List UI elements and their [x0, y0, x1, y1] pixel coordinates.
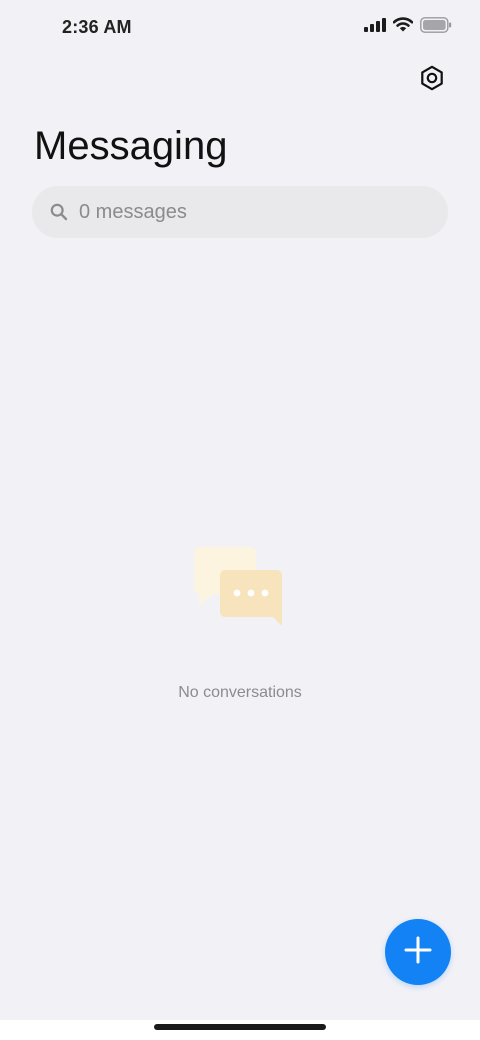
new-conversation-button[interactable]	[385, 919, 451, 985]
settings-button[interactable]	[418, 65, 446, 96]
navigation-bar	[0, 1020, 480, 1040]
signal-icon	[364, 17, 386, 37]
status-time: 2:36 AM	[62, 17, 132, 37]
empty-state: No conversations	[0, 544, 480, 702]
home-indicator[interactable]	[154, 1024, 326, 1030]
search-input[interactable]	[79, 200, 419, 224]
status-bar: 2:36 AM	[0, 0, 480, 56]
settings-hex-icon	[419, 65, 445, 96]
plus-icon	[403, 935, 433, 970]
wifi-icon	[392, 17, 414, 37]
page-title: Messaging	[34, 124, 228, 168]
status-icons	[364, 16, 452, 38]
search-bar[interactable]	[32, 186, 448, 238]
chat-bubbles-icon	[194, 544, 286, 628]
battery-icon	[420, 16, 452, 38]
empty-state-text: No conversations	[178, 684, 302, 701]
search-icon	[50, 203, 68, 221]
